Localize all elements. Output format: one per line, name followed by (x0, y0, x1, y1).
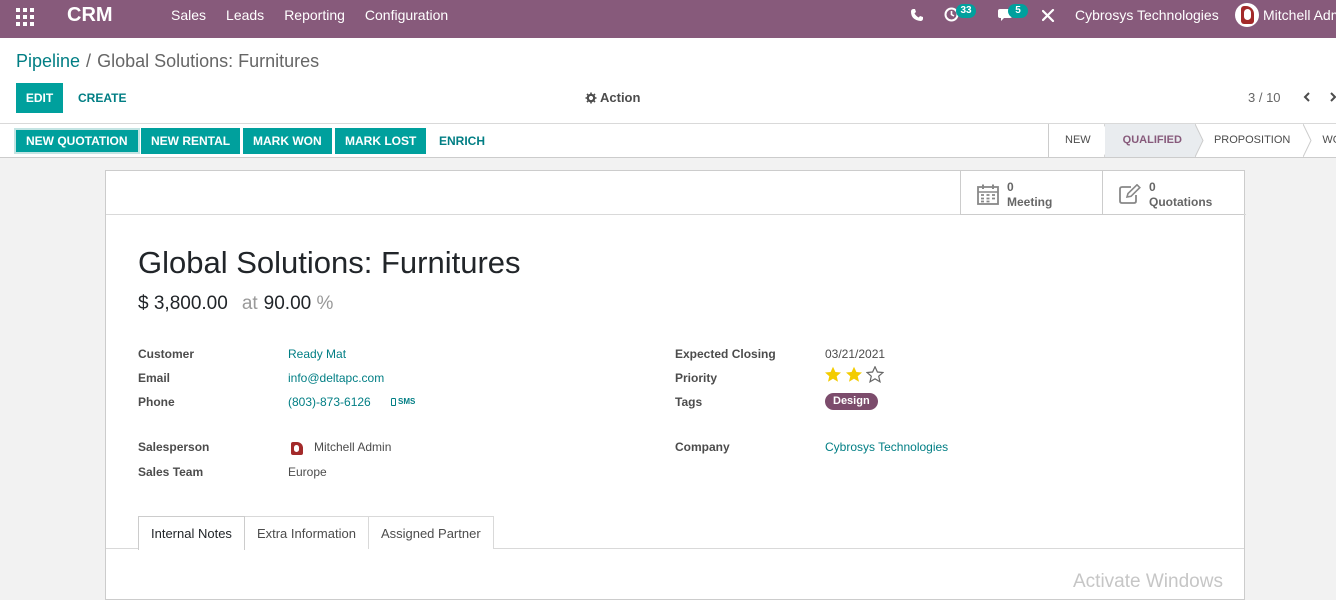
breadcrumb: Pipeline / Global Solutions: Furnitures (16, 51, 319, 72)
chevron-left-icon[interactable] (1302, 92, 1312, 102)
salesperson-value[interactable]: Mitchell Admin (314, 440, 391, 454)
tab-internal-notes[interactable]: Internal Notes (138, 516, 245, 550)
user-menu[interactable]: Mitchell Adm (1263, 7, 1336, 23)
chevron-right-icon[interactable] (1328, 92, 1336, 102)
meeting-label: Meeting (1007, 195, 1053, 209)
message-count-badge: 5 (1008, 4, 1028, 18)
email-link[interactable]: info@deltapc.com (288, 371, 384, 385)
probability[interactable]: 90.00 (264, 293, 312, 314)
stage-pipeline: NEW QUALIFIED PROPOSITION WON (1048, 124, 1336, 157)
expected-closing-label: Expected Closing (675, 347, 776, 361)
stage-proposition[interactable]: PROPOSITION (1196, 124, 1312, 157)
control-panel: Pipeline / Global Solutions: Furnitures ED… (0, 38, 1336, 124)
menu-item-configuration[interactable]: Configuration (365, 7, 448, 23)
top-navbar: CRM Sales Leads Reporting Configuration … (0, 0, 1336, 38)
percent-sign: % (316, 293, 334, 314)
menu-item-sales[interactable]: Sales (171, 7, 206, 23)
action-dropdown[interactable]: Action (585, 90, 640, 105)
sms-button[interactable]: SMS (391, 397, 415, 406)
calendar-icon (977, 184, 999, 205)
email-label: Email (138, 371, 171, 385)
new-quotation-button[interactable]: NEW QUOTATION (14, 128, 140, 154)
meeting-smart-button[interactable]: 0 Meeting (960, 171, 1102, 214)
activity-count-badge: 33 (956, 4, 976, 18)
priority-star-3-icon[interactable] (866, 366, 884, 383)
expected-revenue[interactable]: $ 3,800.00 (138, 293, 228, 314)
company-link[interactable]: Cybrosys Technologies (825, 440, 948, 454)
salesperson-label: Salesperson (138, 440, 210, 454)
meeting-count: 0 (1007, 180, 1014, 194)
salesperson-avatar (290, 441, 304, 455)
activate-windows-watermark: Activate Windows (1073, 571, 1223, 592)
mobile-icon (391, 397, 396, 406)
sales-team-value[interactable]: Europe (288, 465, 327, 479)
quotations-count: 0 (1149, 180, 1156, 194)
tab-assigned-partner[interactable]: Assigned Partner (367, 516, 494, 549)
company-label: Company (675, 440, 730, 454)
sales-team-label: Sales Team (138, 465, 204, 479)
customer-link[interactable]: Ready Mat (288, 347, 346, 361)
tags-label: Tags (675, 395, 703, 409)
phone-icon[interactable] (910, 8, 924, 22)
stage-won[interactable]: WON (1304, 124, 1336, 157)
at-label: at (241, 293, 258, 314)
pager-value[interactable]: 3 / 10 (1248, 90, 1281, 105)
stage-qualified[interactable]: QUALIFIED (1104, 124, 1204, 157)
notebook-tabs: Internal Notes Extra Information Assigne… (138, 516, 494, 550)
edit-button[interactable]: EDIT (16, 83, 63, 113)
app-name[interactable]: CRM (67, 4, 113, 27)
phone-link[interactable]: (803)-873-6126 (288, 395, 371, 409)
priority-label: Priority (675, 371, 718, 385)
lead-title[interactable]: Global Solutions: Furnitures (138, 245, 521, 281)
customer-label: Customer (138, 347, 195, 361)
mark-lost-button[interactable]: MARK LOST (335, 128, 427, 154)
mark-won-button[interactable]: MARK WON (243, 128, 332, 154)
sms-label: SMS (398, 397, 416, 406)
gear-icon (585, 92, 597, 103)
priority-star-2-icon[interactable] (845, 366, 863, 383)
tab-extra-information[interactable]: Extra Information (243, 516, 369, 549)
tools-icon[interactable] (1042, 9, 1055, 22)
quotations-label: Quotations (1149, 195, 1213, 209)
breadcrumb-separator: / (86, 51, 92, 71)
main-menu: Sales Leads Reporting Configuration (171, 0, 468, 30)
statusbar: NEW QUOTATION NEW RENTAL MARK WON MARK L… (0, 124, 1336, 158)
tag-badge[interactable]: Design (825, 393, 878, 410)
menu-item-leads[interactable]: Leads (226, 7, 264, 23)
create-button[interactable]: CREATE (70, 83, 134, 113)
company-switcher[interactable]: Cybrosys Technologies (1075, 7, 1219, 23)
quotations-smart-button[interactable]: 0 Quotations (1102, 171, 1244, 214)
new-rental-button[interactable]: NEW RENTAL (141, 128, 241, 154)
app-grid-icon[interactable] (16, 8, 34, 26)
form-sheet: 0 Meeting 0 Quotations Global Solutions:… (105, 170, 1246, 600)
smart-button-box: 0 Meeting 0 Quotations (960, 171, 1244, 215)
expected-closing-value[interactable]: 03/21/2021 (825, 347, 885, 361)
expected-revenue-row: $ 3,800.00 at 90.00 % (138, 293, 333, 315)
stage-new[interactable]: NEW (1049, 124, 1113, 157)
user-avatar[interactable] (1235, 3, 1259, 27)
menu-item-reporting[interactable]: Reporting (284, 7, 345, 23)
breadcrumb-current: Global Solutions: Furnitures (97, 51, 320, 71)
phone-label: Phone (138, 395, 175, 409)
breadcrumb-pipeline-link[interactable]: Pipeline (16, 51, 80, 71)
pencil-square-icon (1119, 184, 1141, 204)
enrich-button[interactable]: ENRICH (429, 128, 495, 154)
priority-star-1-icon[interactable] (824, 366, 842, 383)
action-label: Action (600, 90, 641, 105)
